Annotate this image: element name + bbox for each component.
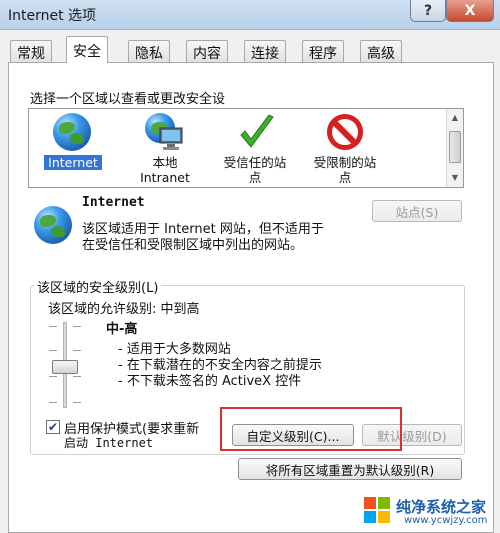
- protected-mode-label-line2: 启动 Internet: [64, 436, 154, 450]
- globe-icon: [53, 113, 91, 151]
- watermark: 纯净系统之家 www.ycwjzy.com: [360, 493, 500, 533]
- scroll-up-icon[interactable]: ▲: [447, 111, 463, 125]
- tab-privacy[interactable]: 隐私: [128, 40, 170, 62]
- slider-tick: [49, 350, 57, 351]
- security-level-title: 该区域的安全级别(L): [34, 277, 162, 296]
- window-title: Internet 选项: [8, 8, 97, 24]
- zone-label: 本地: [152, 155, 178, 170]
- zone-list-scrollbar[interactable]: ▲ ▼: [446, 109, 463, 187]
- slider-tick: [49, 376, 57, 377]
- scroll-down-icon[interactable]: ▼: [447, 171, 463, 185]
- zone-internet[interactable]: Internet: [33, 113, 113, 170]
- help-icon: ?: [423, 2, 433, 19]
- sites-button[interactable]: 站点(S): [372, 200, 462, 222]
- windows-logo-icon: [364, 497, 390, 523]
- zone-restricted-sites[interactable]: 受限制的站 点: [305, 113, 385, 185]
- zone-label: Internet: [44, 155, 102, 170]
- tab-content[interactable]: 内容: [186, 40, 228, 62]
- zone-prompt: 选择一个区域以查看或更改安全设: [30, 92, 226, 107]
- zone-label: 受限制的站: [313, 155, 377, 170]
- level-bullet: - 不下载未签名的 ActiveX 控件: [118, 374, 302, 389]
- watermark-text: 纯净系统之家: [396, 498, 487, 516]
- slider-tick: [73, 402, 81, 403]
- help-button[interactable]: ?: [410, 0, 446, 22]
- tab-security[interactable]: 安全: [66, 36, 108, 63]
- zone-label: 点: [338, 170, 352, 185]
- close-button[interactable]: X: [446, 0, 494, 22]
- slider-tick: [73, 326, 81, 327]
- zone-label: 受信任的站: [223, 155, 287, 170]
- watermark-url: www.ycwjzy.com: [404, 515, 488, 526]
- selected-zone-title: Internet: [82, 195, 145, 210]
- checkmark-icon: ✔: [47, 420, 59, 434]
- slider-tick: [73, 376, 81, 377]
- zone-list[interactable]: Internet 本地 Intranet 受信任的站 点 受限制的站 点 ▲ ▼: [28, 108, 464, 188]
- zone-trusted-sites[interactable]: 受信任的站 点: [215, 113, 295, 185]
- security-level-name: 中-高: [106, 322, 138, 337]
- tab-advanced[interactable]: 高级: [360, 40, 402, 62]
- zone-description-line2: 在受信任和受限制区域中列出的网站。: [82, 238, 304, 253]
- reset-all-zones-button[interactable]: 将所有区域重置为默认级别(R): [238, 458, 462, 480]
- local-intranet-icon: [145, 113, 185, 153]
- slider-tick: [49, 402, 57, 403]
- zone-label: Intranet: [140, 170, 190, 185]
- zone-label: 点: [248, 170, 262, 185]
- tab-general[interactable]: 常规: [10, 40, 52, 62]
- security-slider-thumb[interactable]: [52, 360, 78, 374]
- protected-mode-checkbox[interactable]: ✔: [46, 420, 60, 434]
- allowed-levels-text: 该区域的允许级别: 中到高: [48, 302, 200, 317]
- title-bar: Internet 选项 ? X: [0, 0, 500, 30]
- close-icon: X: [464, 2, 476, 19]
- no-entry-icon: [327, 114, 363, 150]
- scroll-thumb[interactable]: [449, 131, 461, 163]
- highlight-box: [220, 407, 402, 451]
- slider-tick: [49, 326, 57, 327]
- slider-tick: [73, 350, 81, 351]
- zone-local-intranet[interactable]: 本地 Intranet: [125, 113, 205, 185]
- tab-programs[interactable]: 程序: [302, 40, 344, 62]
- selected-zone-globe-icon: [34, 206, 72, 244]
- tab-connections[interactable]: 连接: [244, 40, 286, 62]
- check-icon: [240, 114, 274, 148]
